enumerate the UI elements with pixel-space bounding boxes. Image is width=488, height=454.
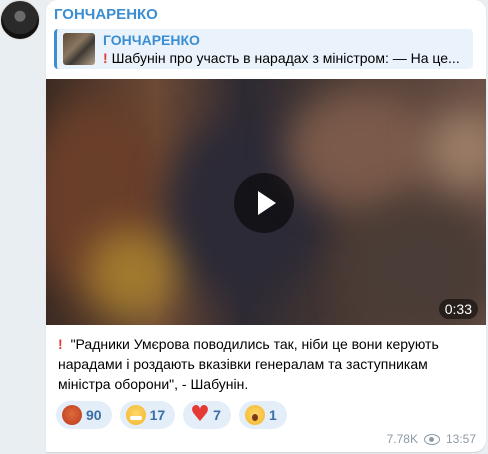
reactions-bar: 90 17 7 1 bbox=[56, 401, 287, 429]
red-heart-icon bbox=[189, 402, 210, 427]
reaction-grin[interactable]: 17 bbox=[119, 401, 176, 429]
view-count: 7.78K bbox=[386, 432, 418, 446]
reaction-count: 17 bbox=[149, 407, 166, 423]
sender-name[interactable]: ГОНЧАРЕНКО bbox=[54, 6, 158, 23]
reaction-angry[interactable]: 90 bbox=[56, 401, 112, 429]
message-time: 13:57 bbox=[445, 432, 476, 446]
yawning-face-icon bbox=[244, 405, 265, 425]
reaction-heart[interactable]: 7 bbox=[183, 401, 231, 429]
reply-thumbnail bbox=[63, 33, 95, 65]
message-meta: 7.78K 13:57 bbox=[387, 432, 476, 446]
message-text: ! "Радники Умєрова поводились так, ніби … bbox=[58, 334, 478, 394]
channel-avatar[interactable] bbox=[0, 0, 40, 40]
video-duration: 0:33 bbox=[438, 299, 478, 319]
message-bubble: ГОНЧАРЕНКО ГОНЧАРЕНКО ! Шабунін про участ… bbox=[46, 0, 486, 452]
exclamation-icon: ! bbox=[103, 50, 108, 66]
reaction-count: 1 bbox=[268, 407, 277, 423]
play-icon[interactable] bbox=[234, 173, 294, 233]
reaction-count: 7 bbox=[213, 407, 221, 423]
message-content: "Радники Умєрова поводились так, ніби це… bbox=[58, 336, 439, 392]
reply-title: ГОНЧАРЕНКО bbox=[103, 32, 200, 48]
eye-icon bbox=[423, 433, 440, 445]
reaction-count: 90 bbox=[86, 407, 102, 423]
grinning-face-icon bbox=[125, 405, 146, 425]
reaction-yawn[interactable]: 1 bbox=[238, 401, 287, 429]
reply-text-content: Шабунін про участь в нарадах з міністром… bbox=[111, 50, 460, 66]
reply-text: ! Шабунін про участь в нарадах з міністро… bbox=[103, 50, 469, 66]
video-preview[interactable]: 0:33 bbox=[46, 79, 486, 325]
exclamation-icon: ! bbox=[58, 336, 63, 352]
reply-preview[interactable]: ГОНЧАРЕНКО ! Шабунін про участь в нарадах… bbox=[54, 29, 473, 69]
angry-face-icon bbox=[62, 405, 82, 425]
